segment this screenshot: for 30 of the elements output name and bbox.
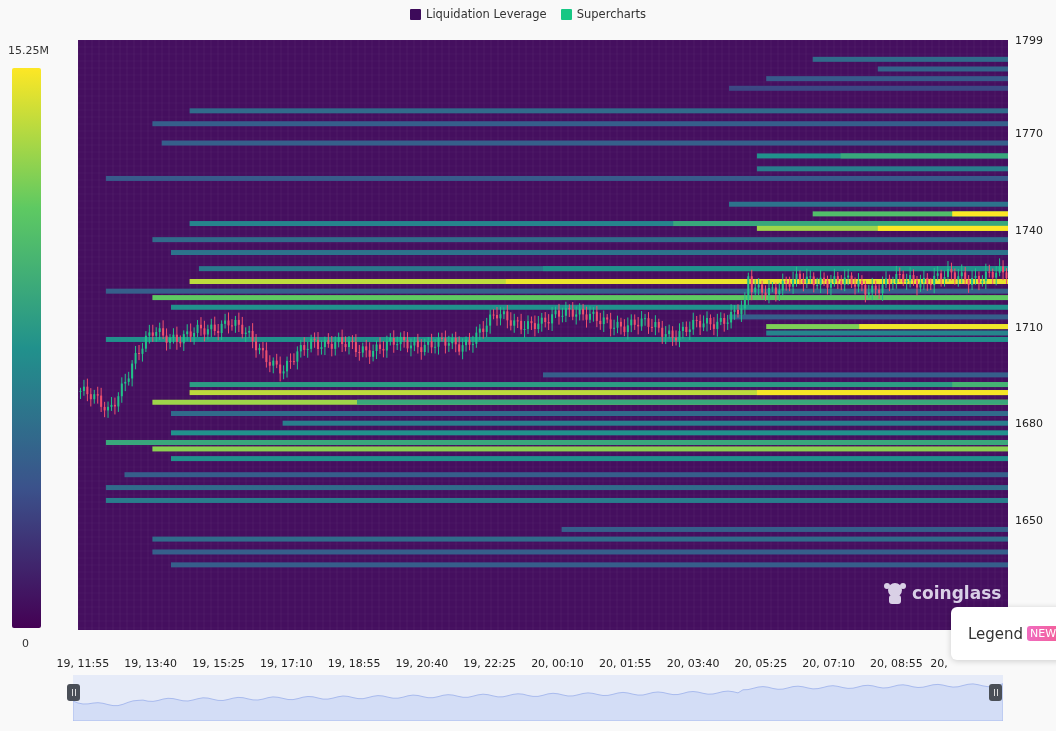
x-axis-label: 19, 11:55 [55, 656, 111, 670]
x-axis-label: 20, 07:10 [801, 656, 856, 670]
y-axis-label: 1770 [1015, 126, 1043, 140]
colorbar-max-label: 15.25M [8, 44, 49, 58]
brand-logo: coinglass [912, 583, 1002, 603]
x-axis-label: 19, 13:40 [123, 656, 179, 670]
range-handle[interactable] [989, 684, 1002, 701]
legend-item[interactable]: Supercharts [576, 7, 647, 21]
y-axis-label: 1710 [1015, 320, 1043, 334]
y-axis-label: 1650 [1015, 513, 1043, 527]
legend-item[interactable]: Liquidation Leverage [425, 7, 547, 21]
legend-button[interactable]: Legend [968, 624, 1024, 643]
x-axis-label: 20, [930, 656, 948, 670]
y-axis-label: 1740 [1015, 223, 1043, 237]
x-axis-label: 20, 01:55 [597, 656, 653, 670]
x-axis-label: 19, 18:55 [326, 656, 382, 670]
x-axis-label: 20, 05:25 [733, 656, 789, 670]
mascot-icon [884, 581, 906, 605]
y-axis-label: 1799 [1015, 33, 1043, 47]
colorbar-min-label: 0 [22, 637, 29, 651]
x-axis-label: 20, 00:10 [530, 656, 585, 670]
x-axis-label: 20, 08:55 [869, 656, 924, 670]
x-axis-label: 19, 15:25 [191, 656, 246, 670]
new-badge: NEW [1027, 626, 1056, 641]
range-handle[interactable] [67, 684, 80, 701]
y-axis-label: 1680 [1015, 416, 1043, 430]
x-axis-label: 19, 17:10 [258, 656, 314, 670]
x-axis-label: 19, 20:40 [394, 656, 450, 670]
x-axis-label: 20, 03:40 [665, 656, 721, 670]
x-axis-label: 19, 22:25 [462, 656, 518, 670]
